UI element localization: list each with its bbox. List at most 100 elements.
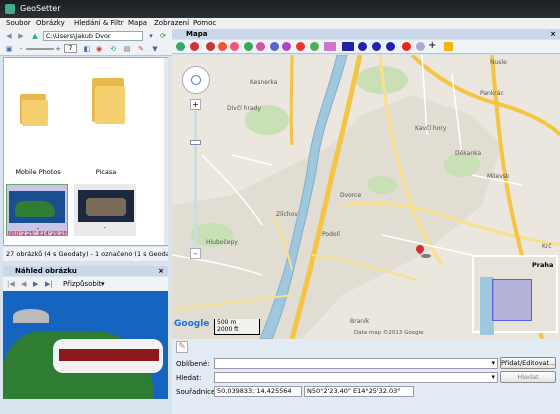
overview-label: Praha <box>532 261 554 269</box>
back-arrow-icon[interactable]: ◀ <box>4 31 14 40</box>
thumbnail-panel: Mobile Photos Picasa - N50°2'25" E14°25'… <box>3 57 168 246</box>
zoom-value-field[interactable]: 7 <box>64 44 77 53</box>
zoom-out-icon[interactable]: - <box>18 44 24 53</box>
next-icon[interactable]: ▶ <box>33 280 38 288</box>
marker-icon[interactable] <box>218 42 227 51</box>
thumb-label-mobile: Mobile Photos <box>15 168 61 176</box>
thumbnail-selected[interactable]: - N50°2'25" E14°25'25" <box>6 184 68 237</box>
coords-label: Souřadnice: <box>176 388 218 396</box>
folder-icon[interactable] <box>92 72 126 124</box>
coords-dms-field[interactable]: N50°2'23.40" E14°25'32.03" <box>304 386 414 397</box>
fit-dropdown[interactable]: Přizpůsobit <box>63 280 102 288</box>
arrow-icon[interactable] <box>386 42 395 51</box>
menu-soubor[interactable]: Soubor <box>6 19 31 27</box>
forward-arrow-icon[interactable]: ▶ <box>16 31 26 40</box>
marker-icon[interactable] <box>190 42 199 51</box>
first-icon[interactable]: |◀ <box>7 280 15 288</box>
preview-title: Náhled obrázku <box>15 267 77 275</box>
pan-control[interactable] <box>182 66 210 94</box>
tool-icon[interactable] <box>310 42 319 51</box>
tool-icon[interactable] <box>256 42 265 51</box>
browse-icon[interactable]: ▾ <box>146 31 156 40</box>
map-toolbar: + <box>172 40 560 54</box>
tool-icon[interactable] <box>282 42 291 51</box>
select-icon[interactable]: ◧ <box>82 44 92 53</box>
tools-icon[interactable]: ✎ <box>136 44 146 53</box>
map-bottom-panel: ✎ Oblíbené: ▾ Přidat/Editovat... Hledat:… <box>172 339 560 414</box>
zoom-in-icon[interactable]: + <box>55 44 61 53</box>
map-title: Mapa <box>186 30 208 38</box>
favorites-select[interactable]: ▾ <box>214 358 498 369</box>
prev-icon[interactable]: ◀ <box>21 280 26 288</box>
scale-feet: 2000 ft <box>217 326 239 333</box>
sync-icon[interactable]: ⟲ <box>108 44 118 53</box>
menu-zobrazeni[interactable]: Zobrazení <box>154 19 189 27</box>
zoom-slider[interactable] <box>194 111 197 247</box>
arrow-icon[interactable] <box>372 42 381 51</box>
map-label: Krč <box>542 243 552 250</box>
map-label: Hlubočepy <box>206 239 238 246</box>
comment-icon[interactable] <box>416 42 425 51</box>
map-label: Kesnerka <box>250 79 278 86</box>
close-icon[interactable]: × <box>158 266 164 276</box>
map-view[interactable]: Kesnerka Divčí hrady Zlíchov Hlubočepy D… <box>172 55 560 339</box>
chevron-down-icon[interactable]: ▾ <box>101 280 105 288</box>
favorites-label: Oblíbené: <box>176 360 210 368</box>
close-icon[interactable]: × <box>550 29 556 39</box>
path-input[interactable]: C:\Users\Jakub Dvor <box>43 31 143 41</box>
zoom-out-button[interactable]: - <box>190 248 201 259</box>
zoom-slider[interactable] <box>26 48 54 50</box>
add-edit-button[interactable]: Přidat/Editovat... <box>500 357 556 369</box>
map-label: Podolí <box>322 231 340 238</box>
geotag-icon[interactable]: ◉ <box>94 44 104 53</box>
preview-toolbar: |◀ ◀ ▶ ▶| Přizpůsobit ▾ <box>3 277 168 291</box>
tool-icon[interactable] <box>244 42 253 51</box>
menu-bar: Soubor Obrázky Hledání & Filtr Mapa Zobr… <box>0 18 560 29</box>
scrollbar[interactable] <box>164 58 168 245</box>
star-icon[interactable] <box>444 42 453 51</box>
map-label: Kavčí hory <box>415 125 447 132</box>
overview-map[interactable]: Praha <box>472 255 558 335</box>
menu-hledani-filtr[interactable]: Hledání & Filtr <box>74 19 124 27</box>
app-icon <box>5 4 15 14</box>
filter-icon[interactable]: ▼ <box>150 44 160 53</box>
map-label: Divčí hrady <box>227 105 262 112</box>
edit-icon[interactable]: ✎ <box>176 341 188 353</box>
folder-up-icon[interactable]: ▲ <box>30 31 40 40</box>
last-icon[interactable]: ▶| <box>45 280 53 288</box>
marker-icon[interactable] <box>206 42 215 51</box>
search-input[interactable]: ▾ <box>214 372 498 383</box>
map-tool-icon[interactable] <box>176 42 185 51</box>
zoom-in-button[interactable]: + <box>190 99 201 110</box>
map-header: Mapa × <box>172 29 560 39</box>
map-copyright: Data map ©2013 Google <box>354 330 424 336</box>
zoom-handle[interactable] <box>190 140 201 145</box>
camera-icon[interactable]: ▤ <box>122 44 132 53</box>
scale-bar: 500 m 2000 ft <box>214 319 260 335</box>
map-label: Nusle <box>490 59 507 66</box>
arrow-icon[interactable] <box>342 42 354 51</box>
map-marker-icon[interactable] <box>414 243 431 259</box>
crosshair-icon[interactable]: + <box>428 41 436 51</box>
search-label: Hledat: <box>176 374 202 382</box>
scale-meters: 500 m <box>217 319 237 326</box>
search-button[interactable]: Hledat <box>500 371 556 383</box>
menu-obrazky[interactable]: Obrázky <box>36 19 65 27</box>
refresh-icon[interactable]: ⟳ <box>158 31 168 40</box>
marker-icon[interactable] <box>230 42 239 51</box>
thumbnail[interactable]: - <box>74 184 136 236</box>
arrow-icon[interactable] <box>324 42 336 51</box>
google-logo: Google <box>174 319 210 329</box>
preview-image <box>3 291 168 399</box>
menu-mapa[interactable]: Mapa <box>128 19 147 27</box>
folder-icon[interactable] <box>20 90 50 130</box>
thumb-label-picasa: Picasa <box>95 168 117 176</box>
tool-icon[interactable] <box>270 42 279 51</box>
map-label: Dvorce <box>340 192 362 199</box>
coords-decimal-field[interactable]: 50,039833; 14,425564 <box>214 386 302 397</box>
view-icon[interactable]: ▣ <box>4 44 14 53</box>
arrow-icon[interactable] <box>402 42 411 51</box>
arrow-icon[interactable] <box>358 42 367 51</box>
tool-icon[interactable] <box>296 42 305 51</box>
menu-pomoc[interactable]: Pomoc <box>193 19 216 27</box>
